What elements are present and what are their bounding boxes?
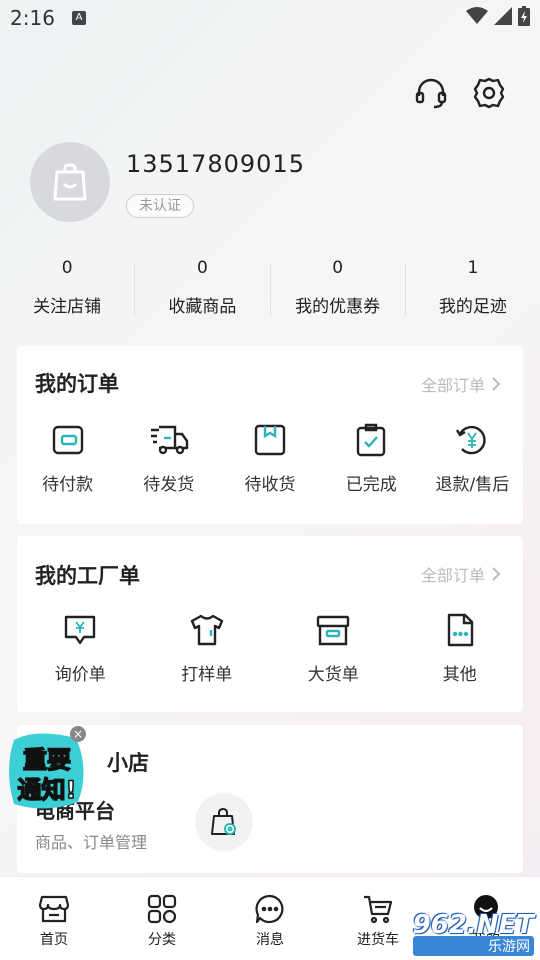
package-icon bbox=[254, 424, 286, 456]
tab-messages[interactable]: 消息 bbox=[216, 877, 324, 960]
orders-title: 我的订单 bbox=[35, 372, 119, 396]
header-actions bbox=[414, 76, 506, 110]
stat-footprints[interactable]: 1 我的足迹 bbox=[406, 254, 540, 324]
order-label: 已完成 bbox=[345, 475, 397, 495]
order-label: 退款/售后 bbox=[435, 475, 510, 495]
cell-signal-icon bbox=[494, 7, 512, 25]
factory-label: 其他 bbox=[442, 665, 477, 685]
order-refund[interactable]: 退款/售后 bbox=[422, 422, 523, 495]
truck-icon bbox=[150, 425, 188, 455]
order-label: 待付款 bbox=[42, 475, 94, 495]
battery-icon bbox=[518, 6, 530, 26]
stats-row: 0 关注店铺 0 收藏商品 0 我的优惠券 1 我的足迹 bbox=[0, 254, 540, 324]
tab-label: 进货车 bbox=[357, 932, 399, 948]
shopping-bag-icon bbox=[53, 163, 87, 201]
shop-card: 小店 电商平台 商品、订单管理 bbox=[17, 725, 523, 873]
order-completed[interactable]: 已完成 bbox=[321, 422, 422, 495]
box-icon bbox=[317, 615, 350, 646]
stat-coupons[interactable]: 0 我的优惠券 bbox=[271, 254, 405, 324]
stat-label: 我的足迹 bbox=[438, 297, 507, 317]
user-phone: 13517809015 bbox=[126, 150, 305, 178]
headset-icon[interactable] bbox=[414, 76, 448, 110]
settings-icon[interactable] bbox=[472, 76, 506, 110]
message-icon bbox=[255, 894, 284, 924]
store-icon bbox=[38, 895, 70, 923]
status-bar: 2:16 A bbox=[0, 0, 540, 38]
stat-value: 1 bbox=[467, 258, 479, 278]
status-time: 2:16 bbox=[10, 6, 55, 30]
order-pending-receipt[interactable]: 待收货 bbox=[219, 422, 320, 495]
factory-sample[interactable]: 打样单 bbox=[144, 612, 271, 685]
stat-followed-shops[interactable]: 0 关注店铺 bbox=[0, 254, 134, 324]
factory-label: 打样单 bbox=[181, 665, 233, 685]
order-label: 待发货 bbox=[143, 475, 195, 495]
order-pending-shipment[interactable]: 待发货 bbox=[118, 422, 219, 495]
tshirt-icon bbox=[190, 614, 223, 646]
inquiry-icon bbox=[65, 615, 96, 645]
orders-card: 我的订单 全部订单 待付款 待发货 待收货 已完成 退款/售后 bbox=[17, 346, 523, 524]
stat-label: 我的优惠券 bbox=[295, 297, 381, 317]
shop-title: 小店 bbox=[107, 751, 149, 775]
factory-view-all[interactable]: 全部订单 bbox=[421, 562, 501, 586]
refund-icon bbox=[456, 425, 487, 455]
wallet-icon bbox=[52, 425, 83, 455]
tab-label: 分类 bbox=[148, 932, 176, 948]
chevron-right-icon bbox=[492, 377, 501, 391]
close-icon[interactable]: × bbox=[70, 726, 86, 742]
order-label: 待收货 bbox=[244, 475, 296, 495]
chevron-right-icon bbox=[492, 567, 501, 581]
factory-inquiry[interactable]: 询价单 bbox=[17, 612, 144, 685]
factory-bulk[interactable]: 大货单 bbox=[270, 612, 397, 685]
tab-label: 首页 bbox=[40, 932, 68, 948]
factory-label: 询价单 bbox=[54, 665, 106, 685]
factory-label: 大货单 bbox=[307, 665, 359, 685]
clipboard-check-icon bbox=[357, 423, 386, 457]
view-all-label: 全部订单 bbox=[420, 376, 485, 395]
wifi-icon bbox=[466, 7, 488, 24]
important-notice-icon[interactable]: 重要 通知! bbox=[6, 730, 88, 812]
stat-label: 收藏商品 bbox=[168, 297, 237, 317]
factory-row: 询价单 打样单 大货单 其他 bbox=[17, 612, 523, 685]
avatar[interactable] bbox=[30, 142, 110, 222]
tab-category[interactable]: 分类 bbox=[108, 877, 216, 960]
notice-line1: 重要 bbox=[23, 746, 71, 774]
order-pending-payment[interactable]: 待付款 bbox=[17, 422, 118, 495]
notice-line2: 通知! bbox=[18, 776, 77, 804]
factory-card: 我的工厂单 全部订单 询价单 打样单 大货单 其他 bbox=[17, 536, 523, 712]
stat-value: 0 bbox=[196, 258, 208, 278]
stat-favorites[interactable]: 0 收藏商品 bbox=[135, 254, 269, 324]
stat-value: 0 bbox=[332, 258, 344, 278]
factory-title: 我的工厂单 bbox=[35, 564, 140, 588]
orders-view-all[interactable]: 全部订单 bbox=[421, 372, 501, 396]
category-icon bbox=[147, 894, 177, 924]
factory-other[interactable]: 其他 bbox=[397, 612, 524, 685]
status-icons bbox=[466, 6, 530, 26]
tab-label: 消息 bbox=[256, 932, 284, 948]
document-icon bbox=[447, 613, 473, 647]
shop-bag-settings-icon bbox=[211, 807, 236, 835]
watermark: 962.NET 乐游网 bbox=[412, 910, 534, 956]
tab-home[interactable]: 首页 bbox=[0, 877, 108, 960]
cart-icon bbox=[364, 895, 393, 924]
stat-value: 0 bbox=[61, 258, 73, 278]
view-all-label: 全部订单 bbox=[420, 566, 485, 585]
verification-badge[interactable]: 未认证 bbox=[126, 194, 194, 218]
keyboard-indicator-icon: A bbox=[72, 11, 86, 25]
shop-manage-button[interactable] bbox=[195, 793, 253, 851]
stat-label: 关注店铺 bbox=[33, 297, 102, 317]
shop-description: 商品、订单管理 bbox=[35, 833, 148, 852]
orders-row: 待付款 待发货 待收货 已完成 退款/售后 bbox=[17, 422, 523, 495]
